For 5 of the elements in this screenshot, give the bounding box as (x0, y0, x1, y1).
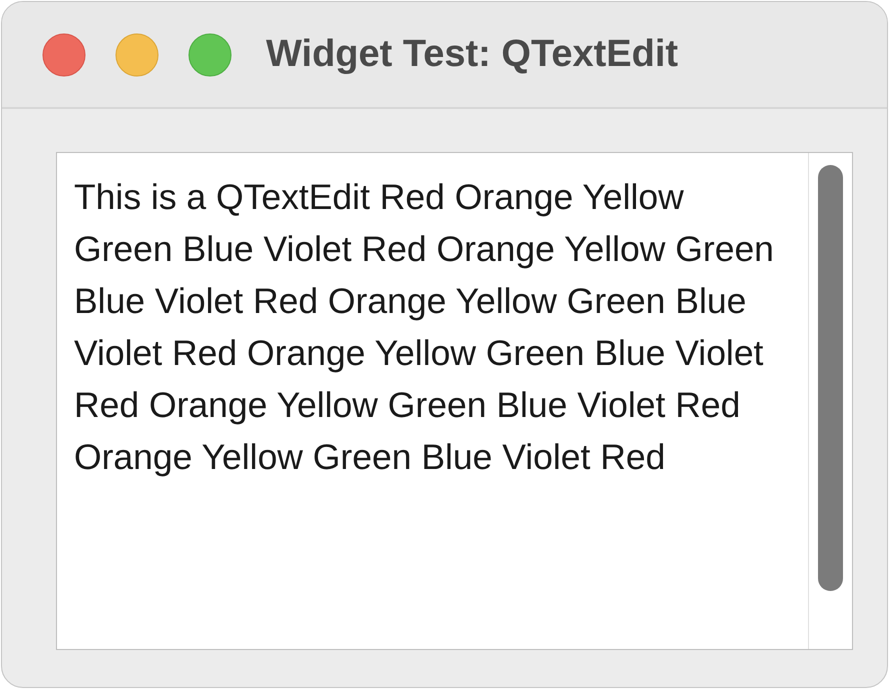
close-button[interactable] (42, 32, 86, 76)
zoom-button[interactable] (188, 32, 232, 76)
scrollbar-thumb[interactable] (818, 165, 843, 591)
window-title: Widget Test: QTextEdit (266, 33, 678, 76)
minimize-button[interactable] (115, 32, 159, 76)
